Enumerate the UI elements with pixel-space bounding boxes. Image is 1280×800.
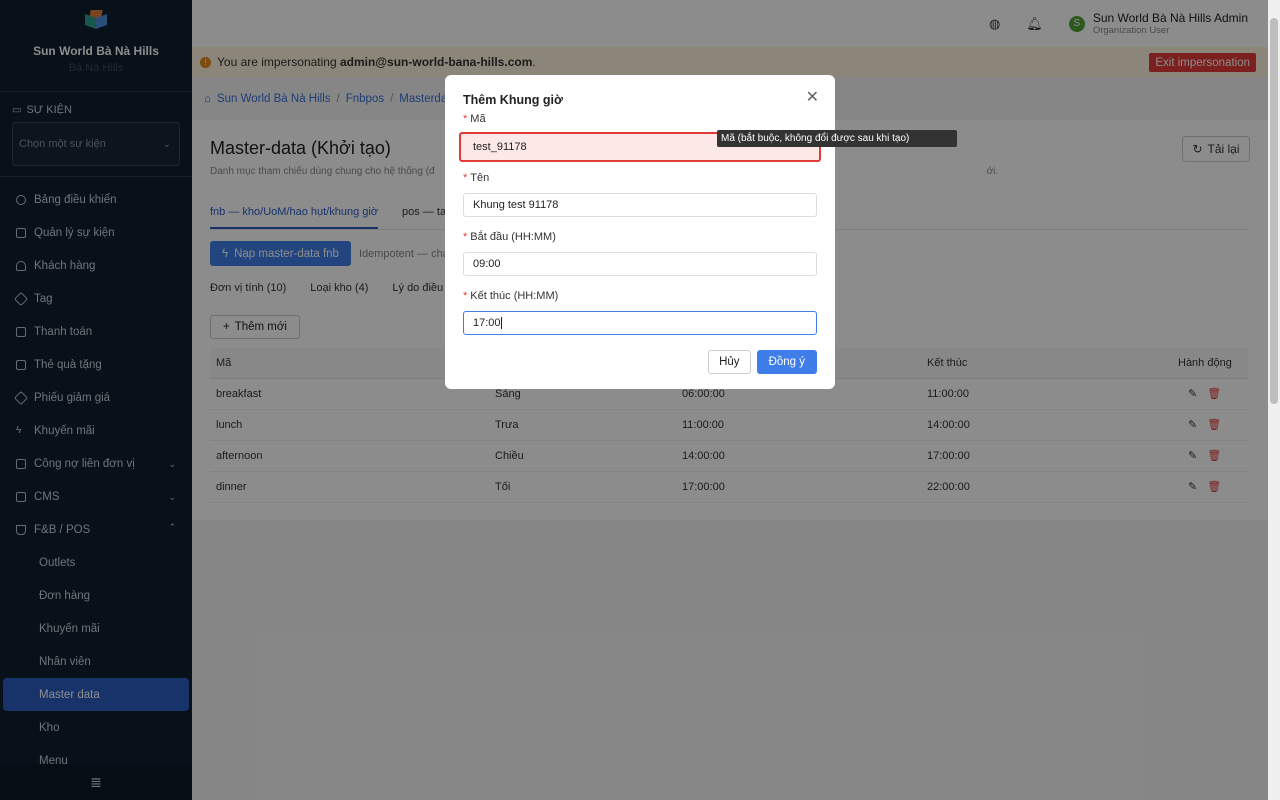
field-label-end: * Kết thúc (HH:MM) (463, 290, 817, 304)
code-tooltip: Mã (bắt buộc, không đổi được sau khi tạo… (717, 130, 957, 147)
cancel-button[interactable]: Hủy (708, 350, 751, 374)
field-label-name: * Tên (463, 172, 817, 186)
start-time-value: 09:00 (473, 258, 501, 270)
required-marker: * (463, 172, 468, 184)
required-marker: * (463, 113, 468, 125)
modal-actions: Hủy Đồng ý (708, 350, 817, 374)
field-label-code: * Mã (463, 113, 817, 127)
code-input-value: test_91178 (473, 141, 527, 153)
field-label-text: Bắt đầu (HH:MM) (470, 231, 556, 243)
scrollbar-thumb[interactable] (1270, 18, 1278, 404)
close-icon[interactable]: ✕ (806, 87, 819, 107)
name-input-value: Khung test 91178 (473, 199, 559, 211)
modal-title: Thêm Khung giờ (463, 93, 563, 107)
field-label-text: Mã (470, 113, 486, 125)
end-time-input[interactable]: 17:00 (463, 311, 817, 335)
start-time-input[interactable]: 09:00 (463, 252, 817, 276)
field-label-start: * Bắt đầu (HH:MM) (463, 231, 817, 245)
text-caret (500, 317, 502, 329)
page-scrollbar[interactable] (1268, 0, 1280, 800)
field-label-text: Kết thúc (HH:MM) (470, 290, 559, 302)
ok-button[interactable]: Đồng ý (756, 350, 817, 374)
name-input[interactable]: Khung test 91178 (463, 193, 817, 217)
add-time-slot-modal: Thêm Khung giờ ✕ * Mã test_91178 * Tên Khu… (445, 75, 835, 389)
required-marker: * (463, 231, 468, 243)
required-marker: * (463, 290, 468, 302)
field-label-text: Tên (470, 172, 490, 184)
end-time-value: 17:00 (473, 317, 501, 329)
